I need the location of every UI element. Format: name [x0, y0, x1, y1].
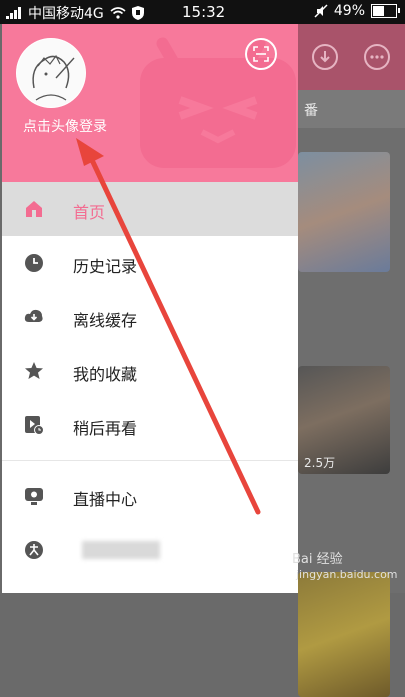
watermark-url: jingyan.baidu.com [296, 568, 398, 581]
annotation-arrow [76, 138, 261, 515]
watermark-logo: Bai 经验 [292, 552, 343, 567]
